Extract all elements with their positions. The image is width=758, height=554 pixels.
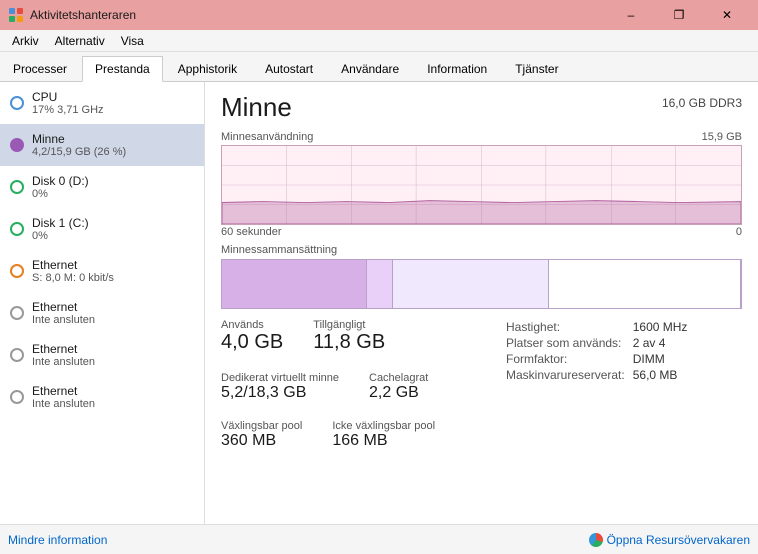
app-title: Aktivitetshanteraren bbox=[30, 8, 136, 22]
stat-used: Används 4,0 GB bbox=[221, 319, 283, 354]
tab-anvandare[interactable]: Användare bbox=[328, 55, 412, 81]
bottom-bar: Mindre information Öppna Resursövervakar… bbox=[0, 524, 758, 554]
less-info-label: Mindre information bbox=[8, 533, 107, 547]
restore-button[interactable]: ❐ bbox=[656, 0, 702, 30]
resmon-icon bbox=[589, 533, 603, 547]
title-bar-left: Aktivitetshanteraren bbox=[8, 7, 136, 23]
stat-formfactor-row: Formfaktor: DIMM bbox=[502, 351, 691, 367]
mem-usage-max: 15,9 GB bbox=[702, 131, 742, 143]
tab-tjanster[interactable]: Tjänster bbox=[502, 55, 571, 81]
chart-time-start: 60 sekunder bbox=[221, 226, 282, 238]
tab-prestanda[interactable]: Prestanda bbox=[82, 56, 163, 82]
stat-speed-row: Hastighet: 1600 MHz bbox=[502, 319, 691, 335]
comp-modified bbox=[367, 260, 393, 308]
panel-header: Minne 16,0 GB DDR3 bbox=[221, 92, 742, 123]
comp-standby bbox=[393, 260, 549, 308]
ethernet0-icon bbox=[10, 264, 24, 278]
memory-usage-section: Minnesanvändning 15,9 GB bbox=[221, 131, 742, 238]
stats-grid: Används 4,0 GB Tillgängligt 11,8 GB Dedi… bbox=[221, 319, 742, 460]
tab-information[interactable]: Information bbox=[414, 55, 500, 81]
ethernet2-icon bbox=[10, 348, 24, 362]
sidebar-item-ethernet3[interactable]: Ethernet Inte ansluten bbox=[0, 376, 204, 418]
comp-free bbox=[549, 260, 741, 308]
chart-time-label-row: 60 sekunder 0 bbox=[221, 226, 742, 238]
mem-usage-label: Minnesanvändning bbox=[221, 131, 313, 143]
sidebar-item-disk1[interactable]: Disk 1 (C:) 0% bbox=[0, 208, 204, 250]
stat-reserved-row: Maskinvarureserverat: 56,0 MB bbox=[502, 367, 691, 383]
tab-apphistorik[interactable]: Apphistorik bbox=[165, 55, 250, 81]
ethernet3-icon bbox=[10, 390, 24, 404]
window-controls: – ❐ ✕ bbox=[608, 0, 750, 30]
stat-available: Tillgängligt 11,8 GB bbox=[313, 319, 385, 354]
tab-processer[interactable]: Processer bbox=[0, 55, 80, 81]
menu-bar: Arkiv Alternativ Visa bbox=[0, 30, 758, 52]
stats-right: Hastighet: 1600 MHz Platser som används:… bbox=[502, 319, 742, 460]
mem-spec: 16,0 GB DDR3 bbox=[662, 96, 742, 110]
sidebar-item-cpu[interactable]: CPU 17% 3,71 GHz bbox=[0, 82, 204, 124]
tab-autostart[interactable]: Autostart bbox=[252, 55, 326, 81]
disk1-icon bbox=[10, 222, 24, 236]
memory-composition-chart bbox=[221, 259, 742, 309]
sidebar-item-memory[interactable]: Minne 4,2/15,9 GB (26 %) bbox=[0, 124, 204, 166]
stat-cached: Cachelagrat 2,2 GB bbox=[369, 372, 428, 402]
chart-time-end: 0 bbox=[736, 226, 742, 238]
menu-alternativ[interactable]: Alternativ bbox=[47, 30, 113, 52]
stat-dedicated: Dedikerat virtuellt minne 5,2/18,3 GB bbox=[221, 372, 339, 402]
main-content: CPU 17% 3,71 GHz Minne 4,2/15,9 GB (26 %… bbox=[0, 82, 758, 524]
title-bar: Aktivitetshanteraren – ❐ ✕ bbox=[0, 0, 758, 30]
panel-title: Minne bbox=[221, 92, 292, 123]
menu-visa[interactable]: Visa bbox=[113, 30, 152, 52]
sidebar-item-disk0[interactable]: Disk 0 (D:) 0% bbox=[0, 166, 204, 208]
less-info-link[interactable]: Mindre information bbox=[8, 533, 107, 547]
stat-non-swappable: Icke växlingsbar pool 166 MB bbox=[332, 420, 435, 450]
minimize-button[interactable]: – bbox=[608, 0, 654, 30]
memory-chart bbox=[221, 145, 742, 225]
right-panel: Minne 16,0 GB DDR3 Minnesanvändning 15,9… bbox=[205, 82, 758, 524]
sidebar-item-ethernet0[interactable]: Ethernet S: 8,0 M: 0 kbit/s bbox=[0, 250, 204, 292]
menu-arkiv[interactable]: Arkiv bbox=[4, 30, 47, 52]
app-icon bbox=[8, 7, 24, 23]
memory-chart-svg bbox=[222, 146, 741, 224]
resmon-label: Öppna Resursövervakaren bbox=[607, 533, 750, 547]
disk0-icon bbox=[10, 180, 24, 194]
mem-usage-label-row: Minnesanvändning 15,9 GB bbox=[221, 131, 742, 143]
ethernet1-icon bbox=[10, 306, 24, 320]
stat-swappable: Växlingsbar pool 360 MB bbox=[221, 420, 302, 450]
sidebar-item-ethernet1[interactable]: Ethernet Inte ansluten bbox=[0, 292, 204, 334]
memory-icon bbox=[10, 138, 24, 152]
mem-composition-label: Minnessammansättning bbox=[221, 244, 742, 256]
sidebar: CPU 17% 3,71 GHz Minne 4,2/15,9 GB (26 %… bbox=[0, 82, 205, 524]
sidebar-item-ethernet2[interactable]: Ethernet Inte ansluten bbox=[0, 334, 204, 376]
cpu-icon bbox=[10, 96, 24, 110]
stat-slots-row: Platser som används: 2 av 4 bbox=[502, 335, 691, 351]
stats-left: Används 4,0 GB Tillgängligt 11,8 GB Dedi… bbox=[221, 319, 502, 460]
comp-used bbox=[222, 260, 367, 308]
tab-bar: Processer Prestanda Apphistorik Autostar… bbox=[0, 52, 758, 82]
resmon-link[interactable]: Öppna Resursövervakaren bbox=[589, 533, 750, 547]
close-button[interactable]: ✕ bbox=[704, 0, 750, 30]
